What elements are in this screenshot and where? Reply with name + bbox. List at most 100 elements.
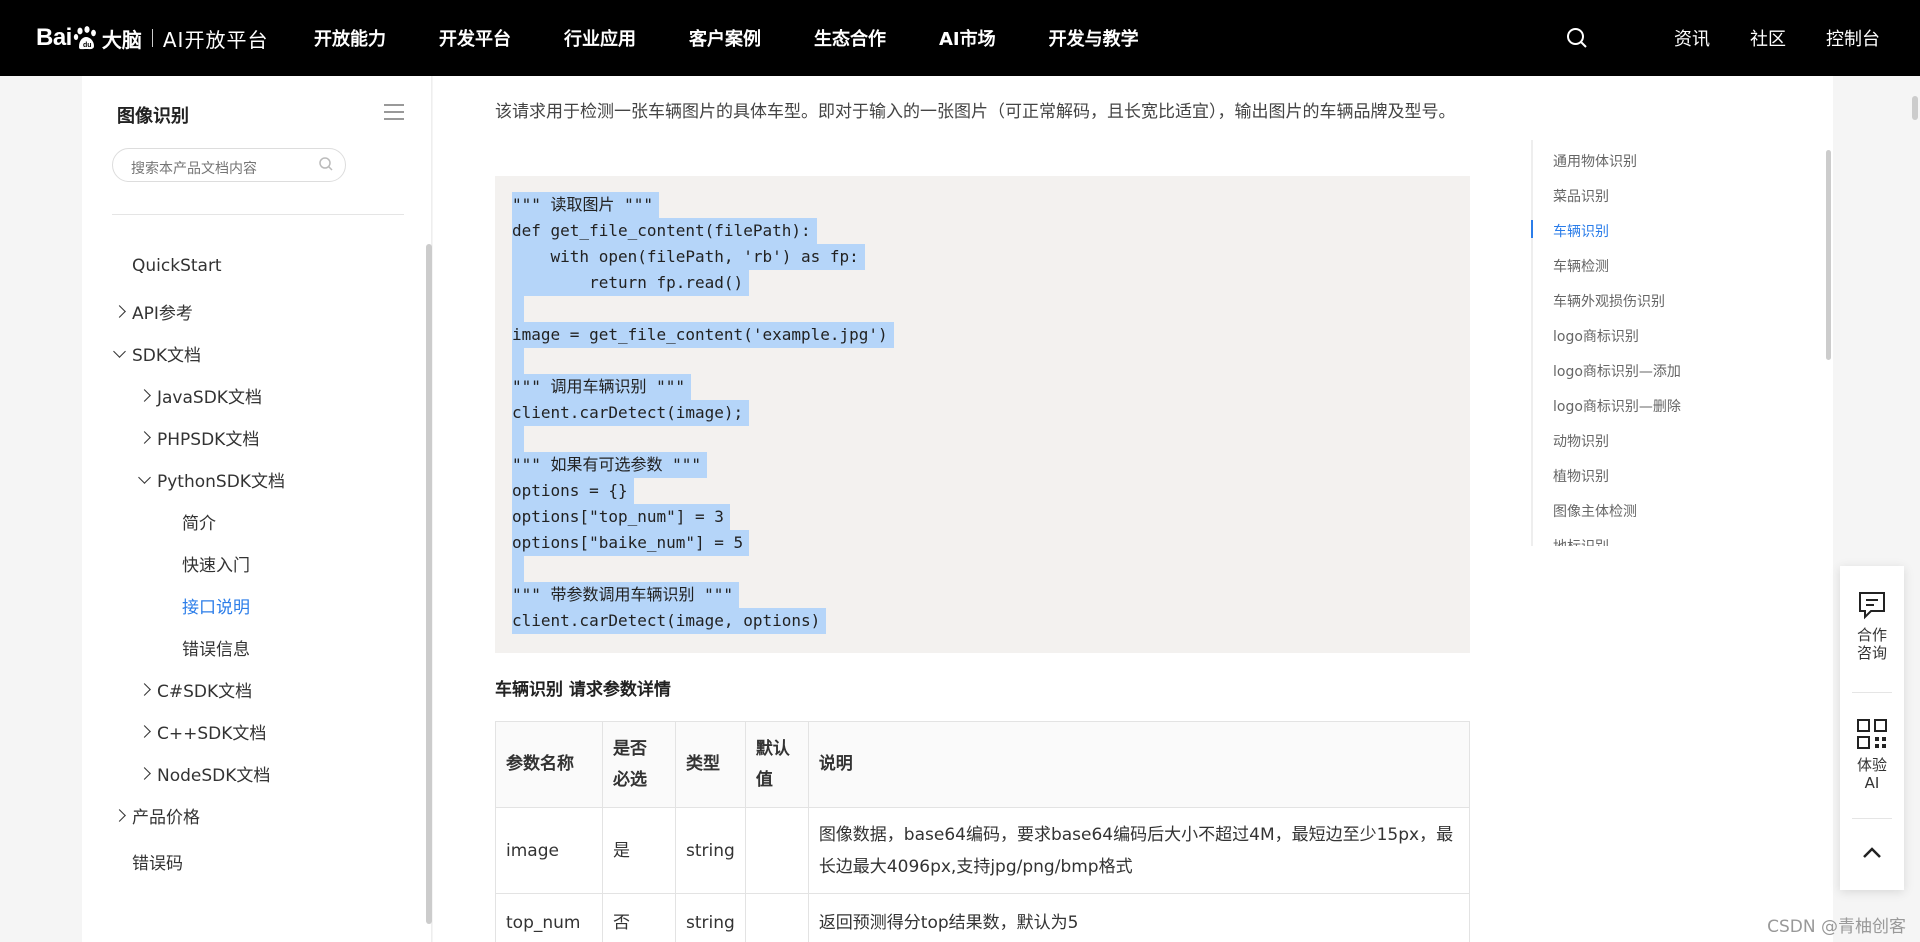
code-line: client.carDetect(image); xyxy=(512,400,750,426)
menu-icon[interactable] xyxy=(384,104,404,120)
chevron-right-icon xyxy=(138,683,151,696)
tree-item-label: NodeSDK文档 xyxy=(157,766,271,786)
toc-item[interactable]: 图像主体检测 xyxy=(1553,501,1637,521)
toc-item[interactable]: 车辆外观损伤识别 xyxy=(1553,291,1665,311)
nav-item-ecosystem[interactable]: 生态合作 xyxy=(814,25,886,51)
code-line: def get_file_content(filePath): xyxy=(512,218,817,244)
tree-item-error-info[interactable]: 错误信息 xyxy=(182,635,250,660)
csdn-watermark: CSDN @青柚创客 xyxy=(1767,917,1906,937)
chevron-up-icon xyxy=(1863,847,1881,858)
consult-label: 咨询 xyxy=(1856,644,1887,662)
sidebar-title: 图像识别 xyxy=(117,106,189,127)
cell-name: top_num xyxy=(495,893,603,942)
nav-link-news[interactable]: 资讯 xyxy=(1674,25,1710,51)
chevron-down-icon xyxy=(113,344,126,358)
toc-scrollbar[interactable] xyxy=(1826,150,1831,360)
intro-paragraph: 该请求用于检测一张车辆图片的具体车型。即对于输入的一张图片（可正常解码，且长宽比… xyxy=(495,102,1456,122)
toc-item[interactable]: 菜品识别 xyxy=(1553,186,1609,206)
logo-brain: 大脑 xyxy=(101,27,142,52)
sidebar-search-input[interactable] xyxy=(112,148,346,182)
floating-panel: 合作 咨询 体验 AI xyxy=(1840,566,1904,890)
tree-item-pricing[interactable]: 产品价格 xyxy=(113,803,200,828)
chat-icon xyxy=(1859,592,1885,620)
cell-desc: 图像数据，base64编码，要求base64编码后大小不超过4M，最短边至少15… xyxy=(807,807,1471,894)
logo-platform: AI开放平台 xyxy=(162,27,269,52)
main-nav: 开放能力 开发平台 行业应用 客户案例 生态合作 AI市场 开发与教学 xyxy=(314,0,1192,76)
toc-item-active[interactable]: 车辆识别 xyxy=(1553,221,1609,241)
th-default: 默认值 xyxy=(744,721,809,808)
svg-text:du: du xyxy=(83,42,92,49)
nav-item-cases[interactable]: 客户案例 xyxy=(689,25,761,51)
tree-item-javasdk[interactable]: JavaSDK文档 xyxy=(138,383,262,408)
table-row: top_num 否 string 返回预测得分top结果数，默认为5 xyxy=(495,893,1471,942)
th-label: 是否 xyxy=(613,738,647,759)
tree-item-pythonsdk[interactable]: PythonSDK文档 xyxy=(138,467,285,492)
th-label: 参数名称 xyxy=(506,754,574,774)
nav-item-dev-platform[interactable]: 开发平台 xyxy=(439,25,511,51)
chevron-right-icon xyxy=(138,725,151,738)
toc-item[interactable]: 地标识别 xyxy=(1553,536,1609,546)
logo-text: Bai xyxy=(36,24,72,51)
toc-item[interactable]: logo商标识别—添加 xyxy=(1553,361,1681,381)
tree-item-label: C#SDK文档 xyxy=(157,682,253,702)
toc-item[interactable]: logo商标识别—删除 xyxy=(1553,396,1681,416)
th-description: 说明 xyxy=(807,721,1471,808)
th-label: 默认 xyxy=(755,738,790,759)
baidu-ai-logo[interactable]: Bai du 大脑 AI开放平台 xyxy=(36,18,268,58)
nav-link-community[interactable]: 社区 xyxy=(1750,25,1786,51)
th-label: 类型 xyxy=(686,754,720,774)
try-ai-label: AI xyxy=(1864,774,1880,792)
tree-item-label: SDK文档 xyxy=(132,346,202,366)
tree-item-quickstart[interactable]: QuickStart xyxy=(132,256,222,276)
paw-icon: du xyxy=(73,25,99,51)
toc-track xyxy=(1531,140,1533,546)
th-required: 是否 必选 xyxy=(602,721,676,808)
search-icon[interactable] xyxy=(318,156,334,172)
th-label: 值 xyxy=(755,769,773,790)
back-to-top-button[interactable] xyxy=(1840,842,1904,864)
table-row: image 是 string 图像数据，base64编码，要求base64编码后… xyxy=(495,807,1471,894)
code-line xyxy=(512,296,524,322)
nav-item-ai-market[interactable]: AI市场 xyxy=(939,25,996,51)
tree-item-error-codes[interactable]: 错误码 xyxy=(132,849,183,874)
nav-item-industry[interactable]: 行业应用 xyxy=(564,25,636,51)
code-line: """ 调用车辆识别 """ xyxy=(512,374,692,400)
tree-item-label: 接口说明 xyxy=(182,598,250,618)
chevron-right-icon xyxy=(138,767,151,780)
tree-item-nodesdk[interactable]: NodeSDK文档 xyxy=(138,761,271,786)
try-ai-button[interactable]: 体验 AI xyxy=(1840,718,1904,792)
toc-item[interactable]: logo商标识别 xyxy=(1553,326,1639,346)
consult-label: 合作 xyxy=(1856,626,1887,644)
nav-item-open-capability[interactable]: 开放能力 xyxy=(314,25,386,51)
tree-item-csharpsdk[interactable]: C#SDK文档 xyxy=(138,677,253,702)
toc-item[interactable]: 动物识别 xyxy=(1553,431,1609,451)
code-line: """ 如果有可选参数 """ xyxy=(512,452,708,478)
nav-link-console[interactable]: 控制台 xyxy=(1826,25,1880,51)
toc-item[interactable]: 车辆检测 xyxy=(1553,256,1609,276)
sidebar-scrollbar[interactable] xyxy=(426,244,432,924)
toc-active-indicator xyxy=(1531,220,1533,238)
toc-item[interactable]: 植物识别 xyxy=(1553,466,1609,486)
code-line: with open(filePath, 'rb') as fp: xyxy=(512,244,865,270)
tree-item-label: 简介 xyxy=(182,514,216,534)
tree-item-quickstart-guide[interactable]: 快速入门 xyxy=(182,551,250,576)
consult-button[interactable]: 合作 咨询 xyxy=(1840,590,1904,662)
tree-item-phpsdk[interactable]: PHPSDK文档 xyxy=(138,425,259,450)
tree-item-intro[interactable]: 简介 xyxy=(182,509,216,534)
tree-item-api-reference[interactable]: API参考 xyxy=(113,299,193,324)
nav-item-dev-teaching[interactable]: 开发与教学 xyxy=(1049,25,1139,51)
cell-required: 否 xyxy=(602,893,676,942)
toc-item[interactable]: 通用物体识别 xyxy=(1553,151,1637,171)
code-line xyxy=(512,348,524,374)
page-scrollbar[interactable] xyxy=(1912,96,1918,120)
search-icon[interactable] xyxy=(1566,27,1588,49)
tree-item-interface-desc[interactable]: 接口说明 xyxy=(182,593,250,618)
code-line xyxy=(512,556,524,582)
top-nav: Bai du 大脑 AI开放平台 开放能力 开发平台 行业应用 客户案例 生态合… xyxy=(0,0,1920,76)
code-block: """ 读取图片 """ def get_file_content(filePa… xyxy=(495,176,1470,653)
tree-item-sdk-docs[interactable]: SDK文档 xyxy=(113,341,202,366)
code-line: return fp.read() xyxy=(512,270,750,296)
tree-item-cppsdk[interactable]: C++SDK文档 xyxy=(138,719,266,744)
th-param-name: 参数名称 xyxy=(495,721,603,808)
chevron-right-icon xyxy=(113,305,126,318)
